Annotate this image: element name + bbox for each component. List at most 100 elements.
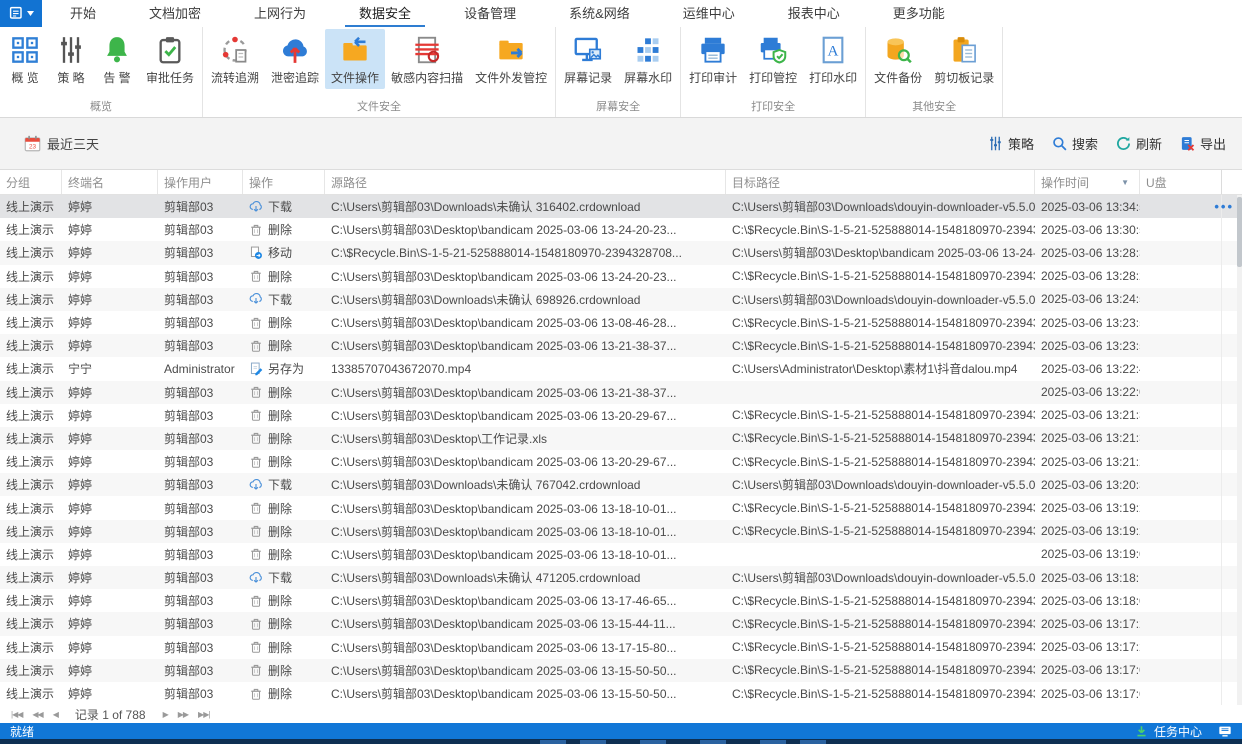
column-header-user[interactable]: 操作用户 <box>158 170 243 194</box>
ribbon-tab[interactable]: 开始 <box>56 0 110 27</box>
file-outgoing-control-button[interactable]: 文件外发管控 <box>469 29 553 89</box>
column-header-time[interactable]: 操作时间▼ <box>1035 170 1140 194</box>
cell-target-path: C:\$Recycle.Bin\S-1-5-21-525888014-15481… <box>726 501 1035 515</box>
ribbon-tab[interactable]: 更多功能 <box>879 0 959 27</box>
flow-trace-button[interactable]: 流转追溯 <box>205 29 265 89</box>
cell-usb <box>1140 357 1222 380</box>
table-row[interactable]: 线上演示 婷婷 剪辑部03 下载 C:\Users\剪辑部03\Download… <box>0 566 1242 589</box>
table-row[interactable]: 线上演示 婷婷 剪辑部03 删除 C:\Users\剪辑部03\Desktop\… <box>0 404 1242 427</box>
ribbon-tab[interactable]: 数据安全 <box>345 0 425 27</box>
taskbar-icon-fragment <box>760 740 786 744</box>
table-row[interactable]: 线上演示 婷婷 剪辑部03 删除 C:\Users\剪辑部03\Desktop\… <box>0 659 1242 682</box>
ribbon-tab[interactable]: 运维中心 <box>669 0 749 27</box>
table-row[interactable]: 线上演示 婷婷 剪辑部03 删除 C:\Users\剪辑部03\Desktop\… <box>0 450 1242 473</box>
cell-source-path: C:\Users\剪辑部03\Desktop\bandicam 2025-03-… <box>325 384 726 401</box>
search-button[interactable]: 搜索 <box>1052 134 1098 153</box>
column-header-target-path[interactable]: 目标路径 <box>726 170 1035 194</box>
table-row[interactable]: 线上演示 婷婷 剪辑部03 下载 C:\Users\剪辑部03\Download… <box>0 473 1242 496</box>
first-page-button[interactable]: |◀◀ <box>8 710 25 719</box>
chevron-down-icon <box>27 11 34 16</box>
cell-user: 剪辑部03 <box>158 662 243 679</box>
print-watermark-button[interactable]: 打印水印 <box>803 29 863 89</box>
taskbar-sliver <box>0 739 1242 744</box>
file-backup-button[interactable]: 文件备份 <box>868 29 928 89</box>
table-row[interactable]: 线上演示 婷婷 剪辑部03 删除 C:\Users\剪辑部03\Desktop\… <box>0 612 1242 635</box>
table-row[interactable]: 线上演示 婷婷 剪辑部03 删除 C:\Users\剪辑部03\Desktop\… <box>0 589 1242 612</box>
alert-button[interactable]: 告 警 <box>94 29 140 89</box>
export-icon <box>1180 136 1195 151</box>
column-header-terminal[interactable]: 终端名 <box>62 170 158 194</box>
next-record-button[interactable]: ▶ <box>160 710 171 719</box>
prev-record-button[interactable]: ◀ <box>50 710 61 719</box>
table-row[interactable]: 线上演示 婷婷 剪辑部03 删除 C:\Users\剪辑部03\Desktop\… <box>0 218 1242 241</box>
fast-prev-button[interactable]: ◀◀ <box>29 710 45 719</box>
monitor-icon[interactable] <box>1218 724 1232 738</box>
delete-icon <box>249 663 263 677</box>
screen-record-button[interactable]: 屏幕记录 <box>558 29 618 89</box>
ribbon-tab[interactable]: 设备管理 <box>450 0 530 27</box>
cell-target-path: C:\Users\剪辑部03\Downloads\douyin-download… <box>726 569 1035 586</box>
table-row[interactable]: 线上演示 婷婷 剪辑部03 删除 C:\Users\剪辑部03\Desktop\… <box>0 381 1242 404</box>
column-header-usb[interactable]: U盘 <box>1140 170 1222 194</box>
sort-caret-icon[interactable]: ▼ <box>1121 178 1133 187</box>
table-row[interactable]: 线上演示 婷婷 剪辑部03 删除 C:\Users\剪辑部03\Desktop\… <box>0 265 1242 288</box>
table-row[interactable]: 线上演示 婷婷 剪辑部03 下载 C:\Users\剪辑部03\Download… <box>0 195 1242 218</box>
delete-icon <box>249 524 263 538</box>
print-audit-button[interactable]: 打印审计 <box>683 29 743 89</box>
sensitive-scan-button[interactable]: 敏感内容扫描 <box>385 29 469 89</box>
cell-user: 剪辑部03 <box>158 291 243 308</box>
print-control-button[interactable]: 打印管控 <box>743 29 803 89</box>
table-row[interactable]: 线上演示 婷婷 剪辑部03 删除 C:\Users\剪辑部03\Desktop\… <box>0 334 1242 357</box>
policy-button[interactable]: 策 略 <box>48 29 94 89</box>
screen-watermark-button[interactable]: 屏幕水印 <box>618 29 678 89</box>
cell-usb <box>1140 381 1222 404</box>
ribbon-tab[interactable]: 报表中心 <box>774 0 854 27</box>
fast-next-button[interactable]: ▶▶ <box>175 710 191 719</box>
cell-terminal: 婷婷 <box>62 337 158 354</box>
clipboard-record-button[interactable]: 剪切板记录 <box>928 29 1000 89</box>
table-row[interactable]: 线上演示 婷婷 剪辑部03 删除 C:\Users\剪辑部03\Desktop\… <box>0 496 1242 519</box>
table-row[interactable]: 线上演示 婷婷 剪辑部03 删除 C:\Users\剪辑部03\Desktop\… <box>0 636 1242 659</box>
vertical-scrollbar[interactable] <box>1237 195 1242 705</box>
table-row[interactable]: 线上演示 婷婷 剪辑部03 删除 C:\Users\剪辑部03\Desktop\… <box>0 311 1242 334</box>
cell-target-path: C:\$Recycle.Bin\S-1-5-21-525888014-15481… <box>726 316 1035 330</box>
policy-toolbar-button[interactable]: 策略 <box>988 134 1034 153</box>
cell-source-path: C:\Users\剪辑部03\Downloads\未确认 316402.crdo… <box>325 198 726 215</box>
table-row[interactable]: 线上演示 婷婷 剪辑部03 下载 C:\Users\剪辑部03\Download… <box>0 288 1242 311</box>
date-range-filter[interactable]: 最近三天 <box>24 134 99 153</box>
app-menu-button[interactable] <box>0 0 42 27</box>
cell-source-path: C:\Users\剪辑部03\Desktop\bandicam 2025-03-… <box>325 268 726 285</box>
last-page-button[interactable]: ▶▶| <box>195 710 212 719</box>
table-row[interactable]: 线上演示 婷婷 剪辑部03 删除 C:\Users\剪辑部03\Desktop\… <box>0 427 1242 450</box>
table-row[interactable]: 线上演示 婷婷 剪辑部03 删除 C:\Users\剪辑部03\Desktop\… <box>0 520 1242 543</box>
cell-operation: 删除 <box>243 639 325 656</box>
ribbon-tab[interactable]: 系统&网络 <box>555 0 644 27</box>
scrollbar-thumb[interactable] <box>1237 197 1242 267</box>
cell-group: 线上演示 <box>0 268 62 285</box>
ribbon-tab[interactable]: 上网行为 <box>240 0 320 27</box>
cell-group: 线上演示 <box>0 384 62 401</box>
row-actions-button[interactable]: ••• <box>1214 195 1234 218</box>
export-button[interactable]: 导出 <box>1180 134 1226 153</box>
table-row[interactable]: 线上演示 婷婷 剪辑部03 移动 C:\$Recycle.Bin\S-1-5-2… <box>0 241 1242 264</box>
cell-operation: 移动 <box>243 244 325 261</box>
column-header-group[interactable]: 分组 <box>0 170 62 194</box>
table-row[interactable]: 线上演示 婷婷 剪辑部03 删除 C:\Users\剪辑部03\Desktop\… <box>0 682 1242 705</box>
cell-source-path: C:\Users\剪辑部03\Desktop\bandicam 2025-03-… <box>325 500 726 517</box>
task-center-button[interactable]: 任务中心 <box>1135 723 1232 740</box>
approval-tasks-button[interactable]: 审批任务 <box>140 29 200 89</box>
cell-user: 剪辑部03 <box>158 546 243 563</box>
column-header-source-path[interactable]: 源路径 <box>325 170 726 194</box>
cell-group: 线上演示 <box>0 198 62 215</box>
ribbon-group-label: 文件安全 <box>205 99 553 117</box>
refresh-button[interactable]: 刷新 <box>1116 134 1162 153</box>
table-row[interactable]: 线上演示 婷婷 剪辑部03 删除 C:\Users\剪辑部03\Desktop\… <box>0 543 1242 566</box>
column-header-operation[interactable]: 操作 <box>243 170 325 194</box>
table-row[interactable]: 线上演示 宁宁 Administrator 另存为 13385707043672… <box>0 357 1242 380</box>
ribbon-tab[interactable]: 文档加密 <box>135 0 215 27</box>
move-icon <box>249 246 263 260</box>
leak-track-button[interactable]: 泄密追踪 <box>265 29 325 89</box>
file-operation-button[interactable]: 文件操作 <box>325 29 385 89</box>
database-search-icon <box>882 34 914 66</box>
overview-button[interactable]: 概 览 <box>2 29 48 89</box>
